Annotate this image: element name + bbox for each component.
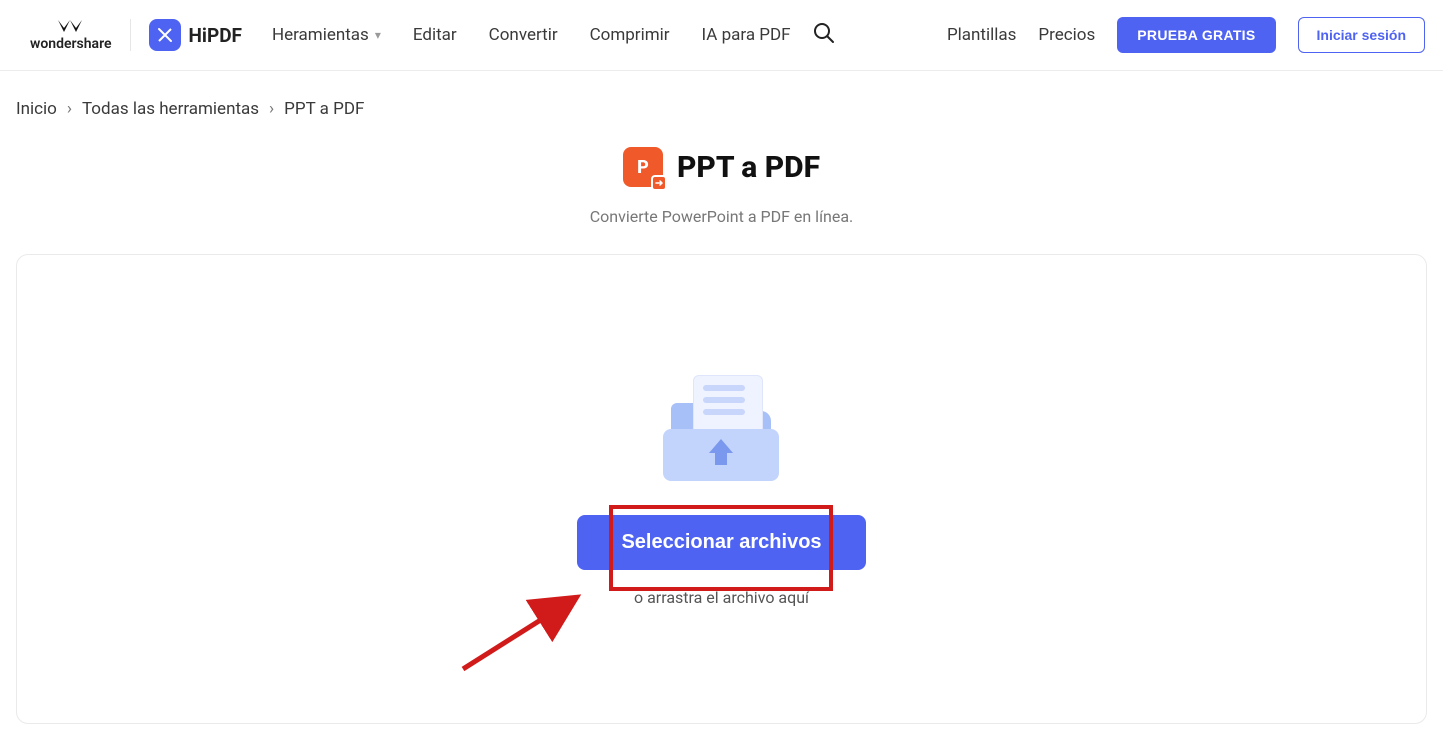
nav-ai-label: IA para PDF [702, 25, 791, 45]
nav-tools[interactable]: Heramientas ▾ [272, 25, 381, 45]
nav-compress[interactable]: Comprimir [590, 25, 670, 45]
hipdf-label: HiPDF [189, 24, 242, 47]
nav-templates[interactable]: Plantillas [947, 25, 1016, 45]
search-button[interactable] [813, 22, 835, 48]
main-nav: Heramientas ▾ Editar Convertir Comprimir… [272, 25, 791, 45]
wondershare-logo[interactable]: wondershare [30, 18, 112, 52]
annotation-arrow [457, 585, 597, 675]
nav-compress-label: Comprimir [590, 25, 670, 45]
upload-card: Seleccionar archivos o arrastra el archi… [16, 254, 1427, 724]
wondershare-icon [56, 18, 86, 34]
hipdf-icon [149, 19, 181, 51]
login-button[interactable]: Iniciar sesión [1298, 17, 1425, 53]
wondershare-label: wondershare [30, 36, 112, 52]
chevron-down-icon: ▾ [375, 28, 381, 42]
page-subtitle: Convierte PowerPoint a PDF en línea. [0, 207, 1443, 226]
trial-button[interactable]: PRUEBA GRATIS [1117, 17, 1275, 53]
nav-convert[interactable]: Convertir [489, 25, 558, 45]
search-icon [813, 22, 835, 44]
breadcrumb-sep: › [269, 99, 274, 119]
nav-ai[interactable]: IA para PDF [702, 25, 791, 45]
select-files-button[interactable]: Seleccionar archivos [577, 515, 865, 570]
upload-dropzone[interactable]: Seleccionar archivos o arrastra el archi… [577, 371, 865, 607]
page-title: PPT a PDF [677, 150, 820, 185]
nav-tools-label: Heramientas [272, 25, 369, 45]
header-right: Plantillas Precios PRUEBA GRATIS Iniciar… [947, 17, 1425, 53]
ppt-to-pdf-icon: P [623, 147, 663, 187]
nav-convert-label: Convertir [489, 25, 558, 45]
upload-illustration [641, 371, 801, 481]
header: wondershare HiPDF Heramientas ▾ Editar C… [0, 0, 1443, 71]
nav-edit-label: Editar [413, 25, 457, 45]
upload-arrow-icon [703, 437, 739, 467]
breadcrumb: Inicio › Todas las herramientas › PPT a … [0, 71, 1443, 119]
header-divider [130, 19, 131, 51]
breadcrumb-all-tools[interactable]: Todas las herramientas [82, 99, 259, 119]
hipdf-brand[interactable]: HiPDF [149, 19, 242, 51]
nav-pricing[interactable]: Precios [1038, 25, 1095, 45]
breadcrumb-home[interactable]: Inicio [16, 99, 57, 119]
page-heading: P PPT a PDF Convierte PowerPoint a PDF e… [0, 147, 1443, 226]
breadcrumb-current: PPT a PDF [284, 99, 364, 119]
convert-arrow-icon [651, 175, 667, 191]
breadcrumb-sep: › [67, 99, 72, 119]
drag-hint: o arrastra el archivo aquí [634, 588, 809, 607]
nav-edit[interactable]: Editar [413, 25, 457, 45]
